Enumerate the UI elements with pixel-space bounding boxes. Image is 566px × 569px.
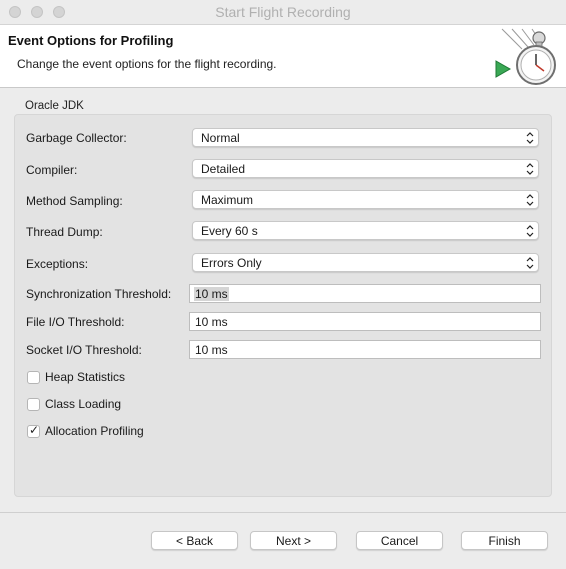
thread-dump-value: Every 60 s — [201, 224, 258, 238]
socket-io-threshold-value: 10 ms — [195, 343, 228, 357]
select-chevrons-icon — [526, 194, 534, 206]
group-label: Oracle JDK — [25, 100, 84, 112]
garbage-collector-select[interactable]: Normal — [192, 128, 539, 147]
socket-io-threshold-field[interactable]: 10 ms — [189, 340, 541, 359]
finish-button[interactable]: Finish — [461, 531, 548, 550]
heap-statistics-label: Heap Statistics — [45, 370, 126, 384]
file-io-threshold-value: 10 ms — [195, 315, 228, 329]
synchronization-threshold-label: Synchronization Threshold: — [26, 287, 172, 301]
heap-statistics-checkbox[interactable] — [27, 371, 40, 384]
class-loading-checkbox[interactable] — [27, 398, 40, 411]
garbage-collector-value: Normal — [201, 131, 240, 145]
compiler-value: Detailed — [201, 162, 246, 176]
select-chevrons-icon — [526, 132, 534, 144]
title-bar: Start Flight Recording — [0, 0, 566, 25]
window-title: Start Flight Recording — [215, 4, 351, 20]
file-io-threshold-field[interactable]: 10 ms — [189, 312, 541, 331]
back-button[interactable]: < Back — [151, 531, 238, 550]
socket-io-threshold-label: Socket I/O Threshold: — [26, 343, 142, 357]
allocation-profiling-label: Allocation Profiling — [45, 424, 144, 438]
thread-dump-select[interactable]: Every 60 s — [192, 221, 539, 240]
compiler-label: Compiler: — [26, 163, 78, 177]
compiler-select[interactable]: Detailed — [192, 159, 539, 178]
synchronization-threshold-field[interactable]: 10 ms — [189, 284, 541, 303]
file-io-threshold-label: File I/O Threshold: — [26, 315, 125, 329]
select-chevrons-icon — [526, 225, 534, 237]
garbage-collector-label: Garbage Collector: — [26, 131, 127, 145]
footer-divider — [0, 512, 566, 513]
method-sampling-value: Maximum — [201, 193, 254, 207]
class-loading-label: Class Loading — [45, 397, 122, 411]
stopwatch-icon — [495, 28, 556, 85]
select-chevrons-icon — [526, 163, 534, 175]
allocation-profiling-checkbox[interactable]: ✓ — [27, 423, 40, 438]
thread-dump-label: Thread Dump: — [26, 225, 103, 239]
page-title: Event Options for Profiling — [8, 33, 174, 48]
method-sampling-label: Method Sampling: — [26, 194, 123, 208]
start-flight-recording-dialog: Start Flight Recording Event Options for… — [0, 0, 566, 569]
wizard-header: Event Options for Profiling Change the e… — [0, 25, 566, 88]
page-description: Change the event options for the flight … — [17, 57, 277, 71]
cancel-button[interactable]: Cancel — [356, 531, 443, 550]
checkmark-icon: ✓ — [29, 423, 40, 437]
exceptions-value: Errors Only — [201, 256, 262, 270]
exceptions-label: Exceptions: — [26, 257, 89, 271]
exceptions-select[interactable]: Errors Only — [192, 253, 539, 272]
next-button[interactable]: Next > — [250, 531, 337, 550]
synchronization-threshold-value: 10 ms — [194, 287, 229, 301]
select-chevrons-icon — [526, 257, 534, 269]
method-sampling-select[interactable]: Maximum — [192, 190, 539, 209]
